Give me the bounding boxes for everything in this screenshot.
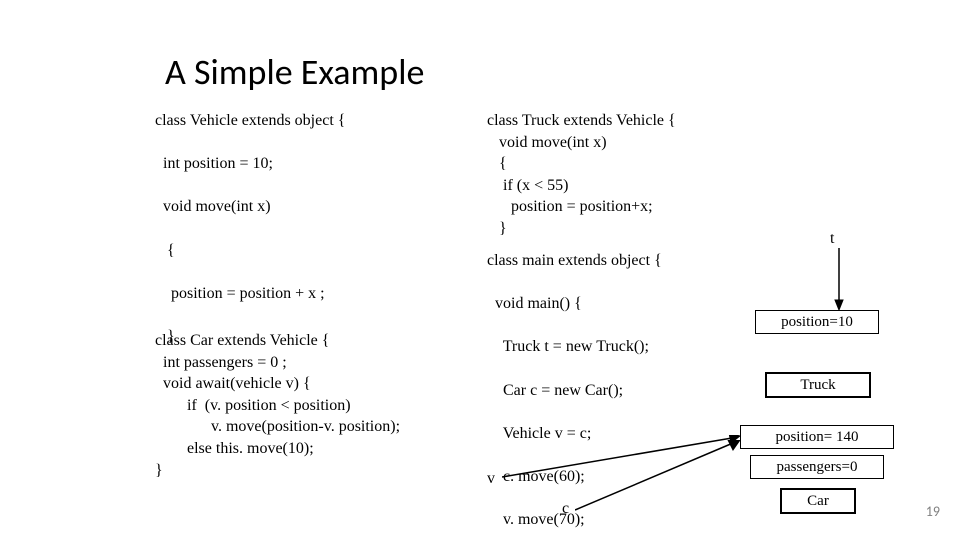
diagram-box-position10: position=10 (755, 310, 879, 334)
code-vehicle: class Vehicle extends object { int posit… (155, 110, 475, 348)
diagram-box-position140: position= 140 (740, 425, 894, 449)
arrow-t (834, 248, 844, 310)
code-truck: class Truck extends Vehicle { void move(… (487, 110, 827, 240)
diagram-box-car: Car (780, 488, 856, 514)
diagram-c-label: c (562, 500, 569, 518)
diagram-box-passengers0: passengers=0 (750, 455, 884, 479)
diagram-box-truck: Truck (765, 372, 871, 398)
arrow-c (575, 440, 745, 515)
code-car: class Car extends Vehicle { int passenge… (155, 330, 495, 481)
slide: A Simple Example class Vehicle extends o… (0, 0, 960, 540)
slide-title: A Simple Example (165, 50, 424, 94)
diagram-t-label: t (830, 230, 834, 248)
page-number: 19 (926, 503, 940, 520)
diagram-v-label: v (487, 470, 495, 488)
